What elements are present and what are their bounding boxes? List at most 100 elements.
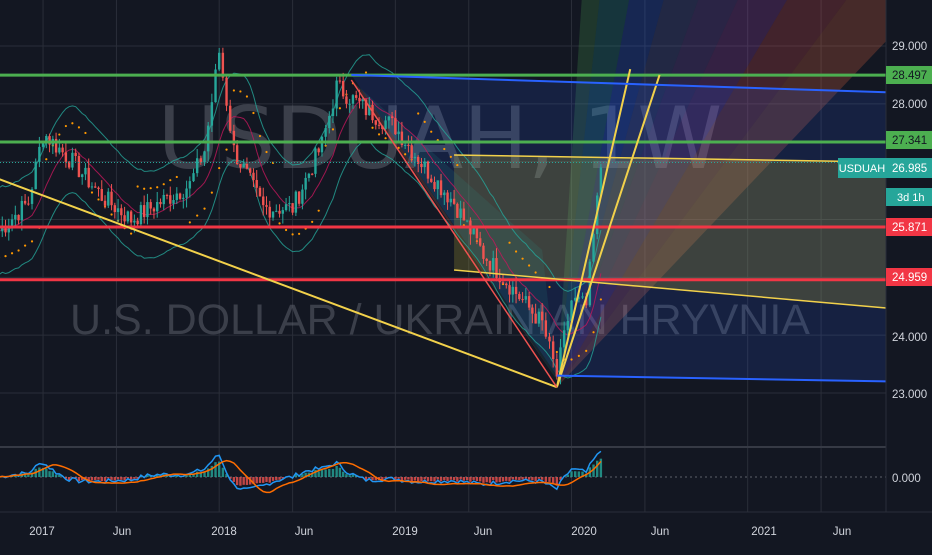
candle bbox=[179, 194, 181, 199]
candle bbox=[430, 179, 432, 182]
sar-dot bbox=[31, 240, 33, 242]
candle bbox=[163, 195, 165, 204]
candle bbox=[88, 168, 90, 187]
macd-histogram-bar bbox=[123, 477, 125, 480]
candle bbox=[450, 199, 452, 203]
candle bbox=[534, 314, 536, 324]
macd-histogram-bar bbox=[55, 475, 57, 477]
macd-histogram-bar bbox=[531, 477, 533, 480]
macd-histogram-bar bbox=[446, 477, 448, 481]
time-label: Jun bbox=[113, 526, 132, 538]
macd-histogram-bar bbox=[114, 477, 116, 481]
macd-histogram-bar bbox=[278, 477, 280, 480]
sar-dot bbox=[424, 121, 426, 123]
sar-dot bbox=[508, 242, 510, 244]
candle bbox=[502, 282, 504, 283]
candle bbox=[440, 180, 442, 195]
candle bbox=[104, 201, 106, 206]
sar-dot bbox=[203, 208, 205, 210]
candle bbox=[348, 104, 350, 105]
macd-histogram-bar bbox=[459, 477, 461, 479]
candle bbox=[388, 116, 390, 120]
macd-histogram-bar bbox=[472, 477, 474, 480]
sar-dot bbox=[4, 255, 6, 257]
sar-dot bbox=[278, 222, 280, 224]
candle bbox=[362, 100, 364, 102]
macd-histogram-bar bbox=[440, 477, 442, 481]
candle bbox=[166, 195, 168, 196]
candle bbox=[249, 169, 251, 173]
price-tick: 28.000 bbox=[892, 99, 927, 111]
candle bbox=[459, 209, 461, 218]
level-tag-label: 28.497 bbox=[892, 70, 927, 82]
sar-dot bbox=[365, 71, 367, 73]
sar-dot bbox=[143, 188, 145, 190]
candle bbox=[404, 145, 406, 146]
sar-dot bbox=[239, 90, 241, 92]
candle bbox=[291, 203, 293, 213]
sar-dot bbox=[233, 89, 235, 91]
candle bbox=[143, 205, 145, 217]
candle bbox=[176, 194, 178, 201]
macd-histogram-bar bbox=[469, 477, 471, 482]
sar-dot bbox=[450, 156, 452, 158]
candle bbox=[375, 120, 377, 125]
candle bbox=[466, 220, 468, 221]
macd-histogram-bar bbox=[27, 475, 29, 477]
candle bbox=[159, 202, 161, 204]
candle bbox=[479, 238, 481, 245]
macd-histogram-bar bbox=[335, 466, 337, 477]
candle bbox=[314, 149, 316, 174]
sar-dot bbox=[17, 249, 19, 251]
candle bbox=[528, 296, 530, 308]
candle bbox=[518, 294, 520, 299]
candle bbox=[427, 162, 429, 179]
candle bbox=[21, 201, 23, 220]
sar-dot bbox=[404, 153, 406, 155]
macd-histogram-bar bbox=[492, 477, 494, 480]
macd-tick: 0.000 bbox=[892, 473, 921, 485]
time-label: 2021 bbox=[751, 526, 777, 538]
sar-dot bbox=[378, 133, 380, 135]
macd-histogram-bar bbox=[482, 477, 484, 483]
candle bbox=[548, 337, 550, 342]
macd-histogram-bar bbox=[117, 477, 119, 479]
candle bbox=[437, 180, 439, 189]
candle bbox=[192, 173, 194, 181]
price-tick: 24.000 bbox=[892, 332, 927, 344]
candle bbox=[446, 193, 448, 203]
sar-dot bbox=[585, 350, 587, 352]
sar-dot bbox=[65, 125, 67, 127]
sar-dot bbox=[91, 191, 93, 193]
macd-histogram-bar bbox=[328, 469, 330, 477]
candle bbox=[304, 178, 306, 190]
candle bbox=[203, 151, 205, 162]
candle bbox=[236, 145, 238, 164]
macd-histogram-bar bbox=[414, 477, 416, 481]
candle bbox=[172, 200, 174, 204]
candle bbox=[81, 174, 83, 177]
candle bbox=[130, 211, 132, 222]
candle bbox=[515, 287, 517, 294]
candle bbox=[378, 125, 380, 126]
sar-dot bbox=[332, 128, 334, 130]
macd-histogram-bar bbox=[239, 477, 241, 486]
macd-histogram-bar bbox=[407, 477, 409, 480]
candle bbox=[185, 189, 187, 198]
macd-histogram-bar bbox=[508, 477, 510, 481]
sar-dot bbox=[97, 198, 99, 200]
time-label: Jun bbox=[474, 526, 493, 538]
price-tick: 23.000 bbox=[892, 389, 927, 401]
macd-histogram-bar bbox=[110, 477, 112, 480]
chart-canvas[interactable]: USDUAH, 1W U.S. DOLLAR / UKRAINIAN HRYVN… bbox=[0, 0, 932, 550]
candle bbox=[27, 204, 29, 205]
candle bbox=[17, 215, 19, 220]
candle bbox=[211, 102, 213, 125]
symbol-tag-label: USDUAH bbox=[839, 163, 886, 175]
candle bbox=[433, 182, 435, 189]
macd-histogram-bar bbox=[324, 469, 326, 477]
macd-histogram-bar bbox=[489, 477, 491, 483]
candle bbox=[397, 132, 399, 135]
macd-histogram-bar bbox=[38, 468, 40, 477]
candle bbox=[97, 188, 99, 189]
